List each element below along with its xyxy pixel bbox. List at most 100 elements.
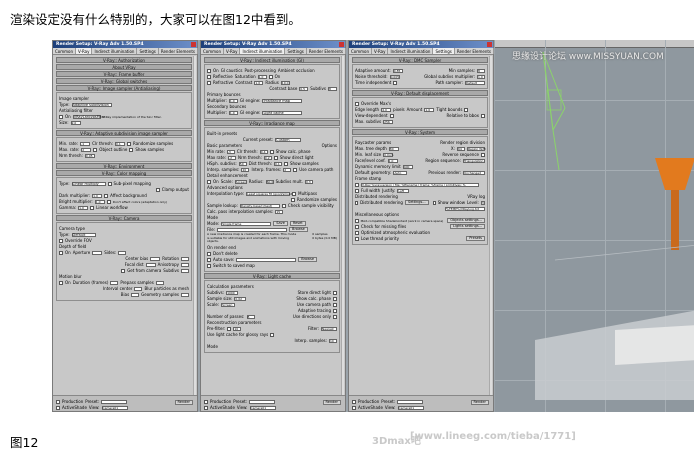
tab-settings[interactable]: Settings xyxy=(137,48,159,54)
path-sampler-dropdown[interactable]: Default xyxy=(465,80,485,85)
ao-subdivs-field[interactable]: 8 xyxy=(328,86,337,91)
subpixel-checkbox[interactable] xyxy=(107,181,112,186)
im-camera-path-checkbox[interactable] xyxy=(293,167,298,172)
activeshade-radio[interactable] xyxy=(204,405,208,410)
auto-save-browse-button[interactable]: Browse xyxy=(298,257,318,262)
de-on-checkbox[interactable] xyxy=(207,179,211,184)
log-path-field[interactable]: %TEMP%\VRayLog.txt xyxy=(445,206,485,211)
prepass-field[interactable] xyxy=(155,280,164,285)
low-thread-checkbox[interactable] xyxy=(355,236,359,241)
dark-mult-field[interactable]: 1.0 xyxy=(92,193,103,198)
activeshade-radio[interactable] xyxy=(56,405,60,410)
max-tree-depth-field[interactable]: 80 xyxy=(388,146,399,151)
rollout-gi[interactable]: V-Ray:: Indirect illumination (GI) xyxy=(204,57,340,63)
tab-vray[interactable]: V-Ray xyxy=(76,48,93,54)
interp-samples-field[interactable]: 20 xyxy=(241,167,250,172)
tab-vray[interactable]: V-Ray xyxy=(372,48,389,54)
store-direct-checkbox[interactable] xyxy=(333,290,337,295)
tab-render-elements[interactable]: Render Elements xyxy=(455,48,494,54)
tab-render-elements[interactable]: Render Elements xyxy=(307,48,346,54)
preset-dropdown[interactable] xyxy=(397,399,424,404)
lc-show-calc-checkbox[interactable] xyxy=(333,296,337,301)
aperture-field[interactable] xyxy=(92,250,103,255)
interp-type-dropdown[interactable]: Least squares fit (good/smooth) xyxy=(246,191,295,196)
render-button[interactable]: Render xyxy=(470,400,489,405)
tab-indirect-illumination[interactable]: Indirect illumination xyxy=(240,48,286,54)
tab-vray[interactable]: V-Ray xyxy=(224,48,241,54)
time-independent-checkbox[interactable] xyxy=(393,80,398,85)
frame-stamp-checkbox[interactable] xyxy=(355,182,359,187)
focal-dist-field[interactable] xyxy=(145,262,156,267)
bright-mult-field[interactable]: 1.0 xyxy=(94,199,105,204)
lc-scale-dropdown[interactable]: Screen xyxy=(221,302,236,307)
camera-type-dropdown[interactable]: Default xyxy=(71,232,96,237)
reflective-checkbox[interactable] xyxy=(207,74,211,79)
global-subdivs-field[interactable]: 1.0 xyxy=(477,74,485,79)
show-direct-checkbox[interactable] xyxy=(273,155,278,160)
primary-engine-dropdown[interactable]: Irradiance map xyxy=(262,98,303,103)
prefilter-field[interactable]: 10 xyxy=(233,326,242,331)
check-missing-checkbox[interactable] xyxy=(355,224,359,229)
render-button[interactable]: Render xyxy=(322,400,341,405)
rollout-dmc-sampler[interactable]: V-Ray:: DMC Sampler xyxy=(352,57,488,63)
size-field[interactable]: 2.0 xyxy=(70,120,81,125)
lc-glossy-checkbox[interactable] xyxy=(270,332,275,337)
max-subdivs-field[interactable]: 256 xyxy=(383,119,394,124)
frame-stamp-field[interactable]: V-Ray %vrayversion | file: %filename | f… xyxy=(361,182,479,187)
tab-indirect-illumination[interactable]: Indirect illumination xyxy=(388,48,434,54)
window-titlebar[interactable]: Render Setup: V-Ray Adv 1.50.SP4 xyxy=(349,41,493,48)
tab-common[interactable]: Common xyxy=(349,48,373,54)
lc-interp-samples-field[interactable]: 10 xyxy=(329,338,337,343)
view-dependent-checkbox[interactable] xyxy=(389,113,394,118)
auto-save-checkbox[interactable] xyxy=(207,257,211,262)
aa-on-checkbox[interactable] xyxy=(59,114,63,119)
max-viewport[interactable] xyxy=(495,40,694,412)
secondary-engine-dropdown[interactable]: Light cache xyxy=(262,110,303,115)
preset-dropdown[interactable] xyxy=(249,399,276,404)
lc-sample-size-field[interactable]: 0.02 xyxy=(234,296,247,301)
edge-length-field[interactable]: 4.0 xyxy=(381,107,392,112)
center-bias-field[interactable] xyxy=(150,256,161,261)
im-max-rate-field[interactable]: -2 xyxy=(228,155,237,160)
rollout-color-mapping[interactable]: V-Ray:: Color mapping xyxy=(56,170,192,176)
show-samples-checkbox[interactable] xyxy=(129,147,134,152)
ao-radius-field[interactable]: 10.0 xyxy=(280,80,290,85)
region-x-field[interactable]: 64 xyxy=(457,146,465,151)
tab-common[interactable]: Common xyxy=(201,48,225,54)
gi-on-checkbox[interactable] xyxy=(207,68,211,73)
im-min-rate-field[interactable]: -3 xyxy=(226,149,235,154)
rollout-adaptive-subdivision[interactable]: V-Ray:: Adaptive subdivision image sampl… xyxy=(56,130,192,136)
show-window-checkbox[interactable] xyxy=(432,200,436,205)
face-level-field[interactable]: 1.0 xyxy=(387,158,398,163)
im-randomize-checkbox[interactable] xyxy=(290,197,295,202)
subdivs-mult-field[interactable]: 0.3 xyxy=(304,179,313,184)
dyn-mem-field[interactable]: 400 xyxy=(402,164,413,169)
rollout-environment[interactable]: V-Ray:: Environment xyxy=(56,163,192,169)
rollout-frame-buffer[interactable]: V-Ray:: Frame buffer xyxy=(56,71,192,77)
rollout-global-switches[interactable]: V-Ray:: Global switches xyxy=(56,78,192,84)
lc-passes-field[interactable]: 8 xyxy=(246,314,255,319)
lc-filter-dropdown[interactable]: Nearest xyxy=(321,326,337,331)
render-button[interactable]: Render xyxy=(174,400,193,405)
view-dropdown[interactable]: Camera01 xyxy=(397,405,424,410)
preset-dropdown[interactable] xyxy=(101,399,128,404)
rollout-system[interactable]: V-Ray:: System xyxy=(352,129,488,135)
dr-settings-button[interactable]: Settings... xyxy=(404,200,429,205)
hsph-field[interactable]: 50 xyxy=(238,161,247,166)
rollout-image-sampler[interactable]: V-Ray:: Image sampler (Antialiasing) xyxy=(56,85,192,91)
refractive-checkbox[interactable] xyxy=(207,80,211,85)
duration-field[interactable] xyxy=(110,280,119,285)
production-radio[interactable] xyxy=(352,399,356,404)
tab-common[interactable]: Common xyxy=(53,48,77,54)
cm-type-dropdown[interactable]: Linear multiply xyxy=(71,181,106,186)
rollout-camera[interactable]: V-Ray:: Camera xyxy=(56,215,192,221)
show-calc-checkbox[interactable] xyxy=(269,149,274,154)
dof-subdivs-field[interactable] xyxy=(181,268,189,273)
min-leaf-field[interactable]: 0.0cm xyxy=(383,152,393,157)
multipass-checkbox[interactable] xyxy=(292,191,297,196)
object-outline-checkbox[interactable] xyxy=(93,147,98,152)
contrast-base-field[interactable]: 0.5 xyxy=(299,86,309,91)
presets-button[interactable]: Presets xyxy=(466,236,485,241)
sampler-type-dropdown[interactable]: Adaptive subdivision xyxy=(71,102,112,107)
randomize-checkbox[interactable] xyxy=(127,141,132,146)
